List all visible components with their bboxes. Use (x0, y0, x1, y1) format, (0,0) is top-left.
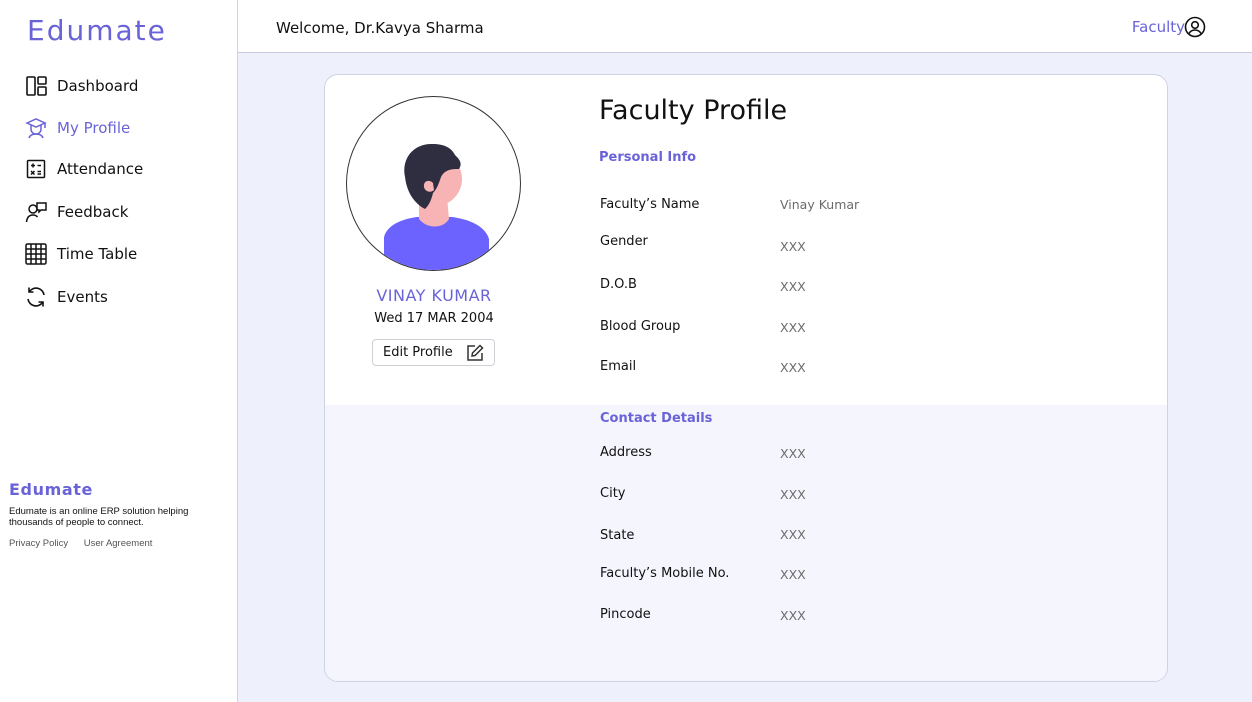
field-label: Gender (600, 234, 648, 249)
sidebar-item-label: Dashboard (57, 77, 139, 95)
profile-card: VINAY KUMAR Wed 17 MAR 2004 Edit Profile… (324, 74, 1168, 682)
field-value: XXX (780, 320, 806, 335)
footer-description: Edumate is an online ERP solution helpin… (9, 506, 189, 528)
grid-icon (25, 243, 47, 265)
field-label: Pincode (600, 607, 651, 622)
field-value: XXX (780, 527, 806, 542)
sidebar-item-dashboard[interactable]: Dashboard (25, 73, 138, 99)
sidebar-item-feedback[interactable]: Feedback (25, 199, 128, 225)
feedback-icon (25, 201, 47, 223)
dashboard-icon (25, 75, 47, 97)
sidebar-item-my-profile[interactable]: My Profile (25, 115, 130, 141)
footer-links: Privacy Policy User Agreement (9, 538, 165, 549)
field-label: D.O.B (600, 277, 637, 292)
field-value: XXX (780, 279, 806, 294)
field-value: XXX (780, 446, 806, 461)
field-value: Vinay Kumar (780, 197, 860, 212)
profile-name: VINAY KUMAR (376, 286, 492, 305)
top-bar: Welcome, Dr.Kavya Sharma Faculty (238, 0, 1252, 53)
field-label: Faculty’s Mobile No. (600, 566, 730, 581)
sidebar-item-label: Time Table (57, 245, 138, 263)
edit-icon (466, 343, 484, 362)
field-label: City (600, 486, 626, 501)
edit-profile-button[interactable]: Edit Profile (372, 339, 495, 366)
avatar (346, 96, 521, 271)
contact-details-title: Contact Details (600, 411, 713, 426)
user-circle-icon[interactable] (1184, 16, 1206, 38)
profile-date: Wed 17 MAR 2004 (374, 311, 494, 326)
privacy-policy-link[interactable]: Privacy Policy (9, 538, 68, 549)
user-agreement-link[interactable]: User Agreement (84, 538, 153, 549)
calculator-icon (25, 158, 47, 180)
welcome-text: Welcome, Dr.Kavya Sharma (276, 19, 484, 37)
field-label: Blood Group (600, 319, 681, 334)
sidebar-item-attendance[interactable]: Attendance (25, 156, 143, 182)
brand-logo[interactable]: Edumate (27, 14, 167, 47)
field-value: XXX (780, 239, 806, 254)
sidebar-item-label: My Profile (57, 119, 131, 137)
field-value: XXX (780, 608, 806, 623)
field-label: Faculty’s Name (600, 197, 700, 212)
edit-profile-label: Edit Profile (383, 345, 453, 360)
sidebar-item-label: Events (57, 288, 108, 306)
field-value: XXX (780, 487, 806, 502)
role-label[interactable]: Faculty (1132, 18, 1185, 36)
sidebar-item-label: Attendance (57, 160, 144, 178)
page-title: Faculty Profile (599, 95, 788, 126)
refresh-icon (25, 286, 47, 308)
field-value: XXX (780, 567, 806, 582)
sidebar-item-time-table[interactable]: Time Table (25, 241, 137, 267)
field-label: Address (600, 445, 652, 460)
contact-section-background (325, 405, 1167, 681)
field-label: State (600, 528, 635, 543)
sidebar: Edumate Dashboard My Profile Attendance … (0, 0, 238, 702)
graduate-icon (25, 117, 47, 139)
field-label: Email (600, 359, 637, 374)
sidebar-item-label: Feedback (57, 203, 129, 221)
personal-info-title: Personal Info (599, 150, 697, 165)
field-value: XXX (780, 360, 806, 375)
sidebar-item-events[interactable]: Events (25, 284, 108, 310)
footer-brand: Edumate (9, 480, 93, 499)
